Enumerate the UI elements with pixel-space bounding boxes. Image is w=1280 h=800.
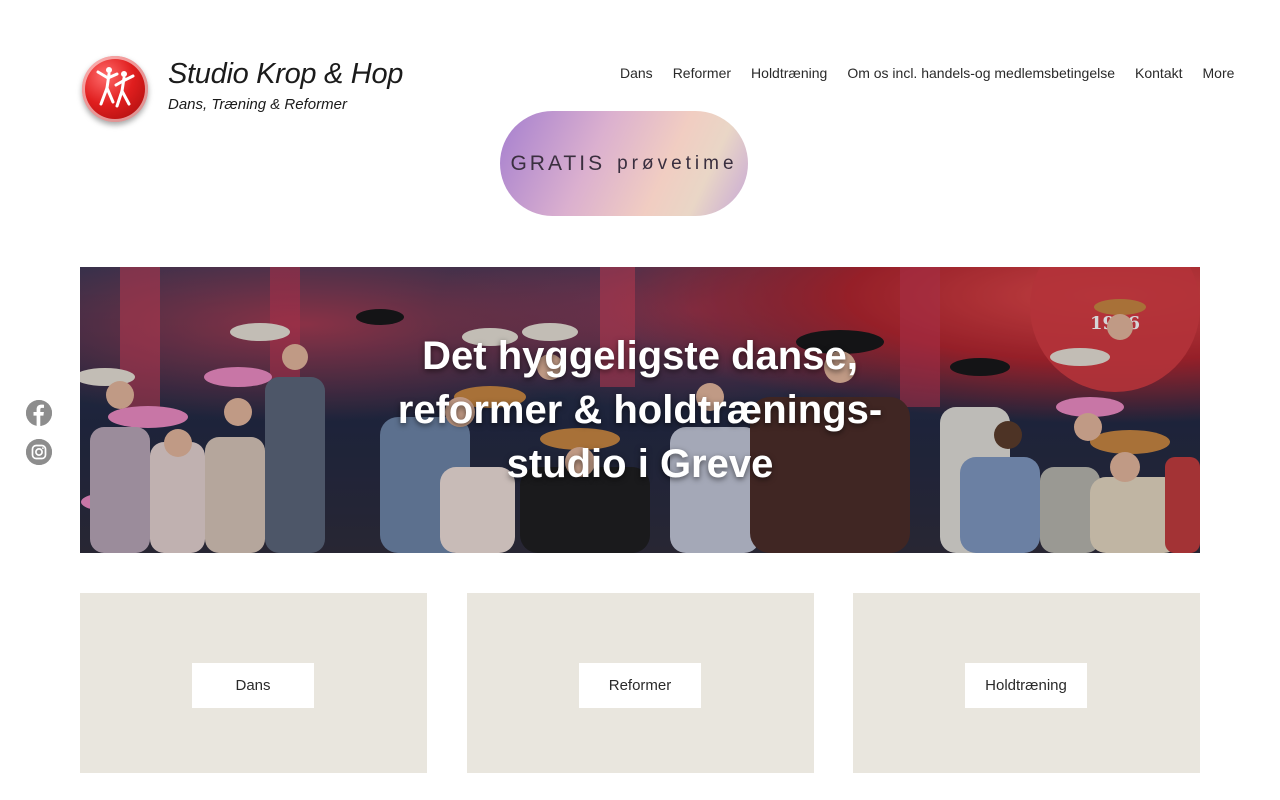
hero-banner: 1996: [80, 267, 1200, 553]
free-trial-main-label: GRATIS: [510, 151, 606, 175]
nav-item-more[interactable]: More: [1193, 64, 1235, 82]
brand-title[interactable]: Studio Krop & Hop: [168, 58, 403, 91]
free-trial-button[interactable]: GRATIS prøvetime: [500, 111, 748, 216]
holdtraening-button[interactable]: Holdtræning: [965, 663, 1087, 708]
card-reformer: Reformer: [467, 593, 814, 773]
site-logo[interactable]: [82, 56, 152, 126]
facebook-icon[interactable]: [26, 400, 52, 426]
category-cards: Dans Reformer Holdtræning: [80, 593, 1200, 773]
social-bar: [26, 400, 52, 465]
main-nav: Dans Reformer Holdtræning Om os incl. ha…: [610, 64, 1234, 82]
dancers-logo-icon: [82, 56, 148, 122]
nav-item-reformer[interactable]: Reformer: [663, 64, 741, 82]
card-dans: Dans: [80, 593, 427, 773]
instagram-icon[interactable]: [26, 439, 52, 465]
nav-item-om-os[interactable]: Om os incl. handels-og medlemsbetingelse: [837, 64, 1125, 82]
free-trial-small-label: prøvetime: [617, 152, 738, 174]
nav-item-dans[interactable]: Dans: [610, 64, 663, 82]
reformer-button[interactable]: Reformer: [579, 663, 701, 708]
nav-item-holdtraening[interactable]: Holdtræning: [741, 64, 837, 82]
nav-item-kontakt[interactable]: Kontakt: [1125, 64, 1192, 82]
dans-button[interactable]: Dans: [192, 663, 314, 708]
hero-title: Det hyggeligste danse, reformer & holdtr…: [397, 334, 883, 486]
brand-subtitle: Dans, Træning & Reformer: [168, 96, 347, 113]
card-holdtraening: Holdtræning: [853, 593, 1200, 773]
